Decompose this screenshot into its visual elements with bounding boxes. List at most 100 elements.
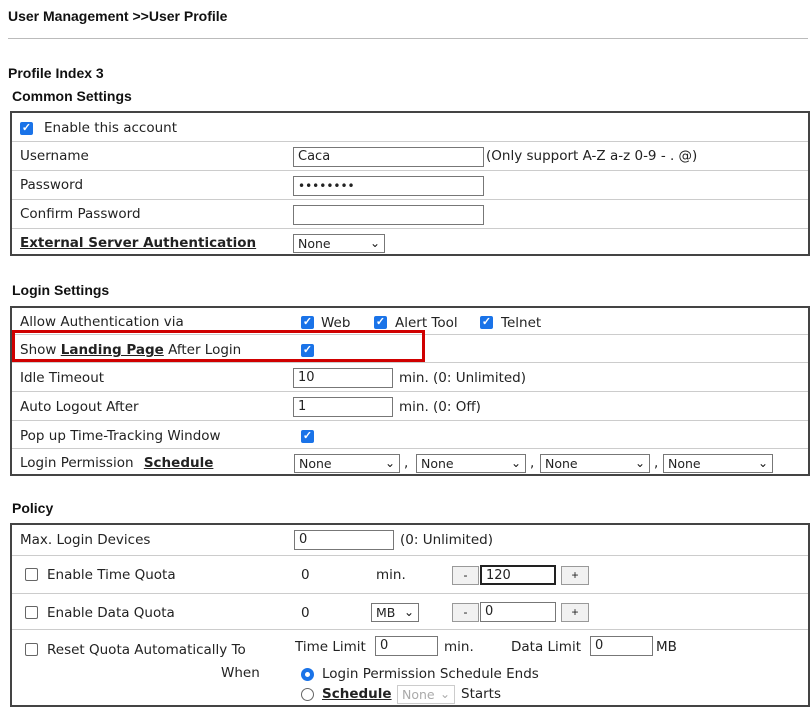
starts-label: Starts — [461, 686, 502, 702]
chevron-down-icon: ⌄ — [439, 687, 450, 701]
auto-logout-input[interactable]: 1 — [293, 397, 393, 417]
chevron-down-icon: ⌄ — [369, 236, 380, 250]
schedule-select-3-value: None — [545, 456, 578, 471]
max-devices-input[interactable]: 0 — [294, 530, 394, 550]
ext-auth-row: External Server Authentication None ⌄ — [12, 228, 808, 257]
policy-title: Policy — [12, 500, 54, 516]
username-label: Username — [20, 148, 89, 164]
telnet-label: Telnet — [501, 315, 542, 331]
schedule-select-3[interactable]: None ⌄ — [540, 454, 650, 473]
breadcrumb: User Management >>User Profile — [8, 8, 228, 24]
idle-timeout-hint: min. (0: Unlimited) — [399, 370, 527, 386]
idle-timeout-label: Idle Timeout — [20, 370, 105, 386]
data-limit-unit: MB — [656, 639, 677, 655]
comma: , — [530, 455, 535, 471]
time-quota-input[interactable]: 120 — [480, 565, 556, 585]
time-limit-label: Time Limit — [295, 639, 366, 655]
alert-tool-label: Alert Tool — [395, 315, 458, 331]
divider — [8, 38, 808, 39]
profile-index-title: Profile Index 3 — [8, 65, 104, 81]
chevron-down-icon: ⌄ — [634, 456, 645, 470]
username-input[interactable]: Caca — [293, 147, 484, 167]
enable-account-label: Enable this account — [44, 120, 177, 136]
auto-logout-row: Auto Logout After 1 min. (0: Off) — [12, 391, 808, 421]
auto-logout-hint: min. (0: Off) — [399, 399, 481, 415]
common-settings-panel: ✓ Enable this account Username Caca (Onl… — [10, 111, 810, 256]
time-quota-plus-button[interactable]: + — [561, 566, 589, 585]
schedule-select-2[interactable]: None ⌄ — [416, 454, 526, 473]
schedule-select-1-value: None — [299, 456, 332, 471]
schedule-select-4-value: None — [668, 456, 701, 471]
common-settings-title: Common Settings — [12, 88, 132, 104]
chevron-down-icon: ⌄ — [510, 456, 521, 470]
confirm-password-row: Confirm Password — [12, 199, 808, 229]
max-devices-hint: (0: Unlimited) — [400, 532, 493, 548]
alert-tool-checkbox[interactable]: ✓ — [374, 316, 387, 329]
schedule-select-2-value: None — [421, 456, 454, 471]
time-quota-row: Enable Time Quota 0 min. - 120 + — [12, 555, 808, 594]
allow-auth-label: Allow Authentication via — [20, 314, 184, 330]
schedule-select-1[interactable]: None ⌄ — [294, 454, 400, 473]
highlight-box — [12, 330, 425, 362]
schedule-starts-link[interactable]: Schedule — [322, 686, 392, 702]
time-quota-minus-button[interactable]: - — [452, 566, 479, 585]
data-limit-input[interactable]: 0 — [590, 636, 653, 656]
popup-label: Pop up Time-Tracking Window — [20, 428, 221, 444]
data-quota-minus-button[interactable]: - — [452, 603, 479, 622]
login-settings-title: Login Settings — [12, 282, 110, 298]
schedule-ends-radio[interactable] — [301, 668, 314, 681]
data-quota-input[interactable]: 0 — [480, 602, 556, 622]
username-hint: (Only support A-Z a-z 0-9 - . @) — [486, 148, 698, 164]
telnet-checkbox[interactable]: ✓ — [480, 316, 493, 329]
confirm-password-label: Confirm Password — [20, 206, 141, 222]
time-limit-unit: min. — [444, 639, 474, 655]
web-checkbox[interactable]: ✓ — [301, 316, 314, 329]
schedule-select-4[interactable]: None ⌄ — [663, 454, 773, 473]
data-quota-label: Enable Data Quota — [47, 605, 175, 621]
ext-auth-link[interactable]: External Server Authentication — [20, 235, 256, 251]
reset-quota-checkbox[interactable] — [25, 643, 38, 656]
max-devices-row: Max. Login Devices 0 (0: Unlimited) — [12, 525, 808, 555]
schedule-starts-radio[interactable] — [301, 688, 314, 701]
auto-logout-label: Auto Logout After — [20, 399, 139, 415]
chevron-down-icon: ⌄ — [403, 605, 414, 619]
data-quota-checkbox[interactable] — [25, 606, 38, 619]
enable-account-checkbox[interactable]: ✓ — [20, 122, 33, 135]
login-permission-label: Login Permission Schedule — [20, 455, 213, 471]
time-quota-value: 0 — [301, 567, 310, 583]
login-permission-text: Login Permission — [20, 455, 134, 471]
policy-panel: Max. Login Devices 0 (0: Unlimited) Enab… — [10, 523, 810, 707]
data-quota-row: Enable Data Quota 0 MB ⌄ - 0 + — [12, 593, 808, 630]
popup-row: Pop up Time-Tracking Window ✓ — [12, 420, 808, 449]
web-label: Web — [321, 315, 351, 331]
data-unit-value: MB — [376, 605, 396, 620]
comma: , — [404, 455, 409, 471]
username-row: Username Caca (Only support A-Z a-z 0-9 … — [12, 141, 808, 171]
time-quota-unit: min. — [376, 567, 406, 583]
schedule-starts-select[interactable]: None ⌄ — [397, 685, 455, 704]
comma: , — [654, 455, 659, 471]
when-label: When — [221, 665, 260, 681]
data-unit-select[interactable]: MB ⌄ — [371, 603, 419, 622]
max-devices-label: Max. Login Devices — [20, 532, 151, 548]
data-limit-label: Data Limit — [511, 639, 581, 655]
schedule-starts-select-value: None — [402, 687, 435, 702]
idle-timeout-input[interactable]: 10 — [293, 368, 393, 388]
time-quota-checkbox[interactable] — [25, 568, 38, 581]
password-label: Password — [20, 177, 84, 193]
schedule-link[interactable]: Schedule — [144, 455, 214, 471]
popup-checkbox[interactable]: ✓ — [301, 430, 314, 443]
reset-quota-label: Reset Quota Automatically To — [47, 642, 246, 658]
login-permission-row: Login Permission Schedule None ⌄ , None … — [12, 448, 808, 477]
password-input[interactable]: •••••••• — [293, 176, 484, 196]
password-row: Password •••••••• — [12, 170, 808, 200]
enable-row: ✓ Enable this account — [12, 113, 808, 141]
data-quota-value: 0 — [301, 605, 310, 621]
confirm-password-input[interactable] — [293, 205, 484, 225]
chevron-down-icon: ⌄ — [384, 456, 395, 470]
time-limit-input[interactable]: 0 — [375, 636, 438, 656]
data-quota-plus-button[interactable]: + — [561, 603, 589, 622]
time-quota-label: Enable Time Quota — [47, 567, 176, 583]
ext-auth-select-value: None — [298, 236, 331, 251]
ext-auth-select[interactable]: None ⌄ — [293, 234, 385, 253]
